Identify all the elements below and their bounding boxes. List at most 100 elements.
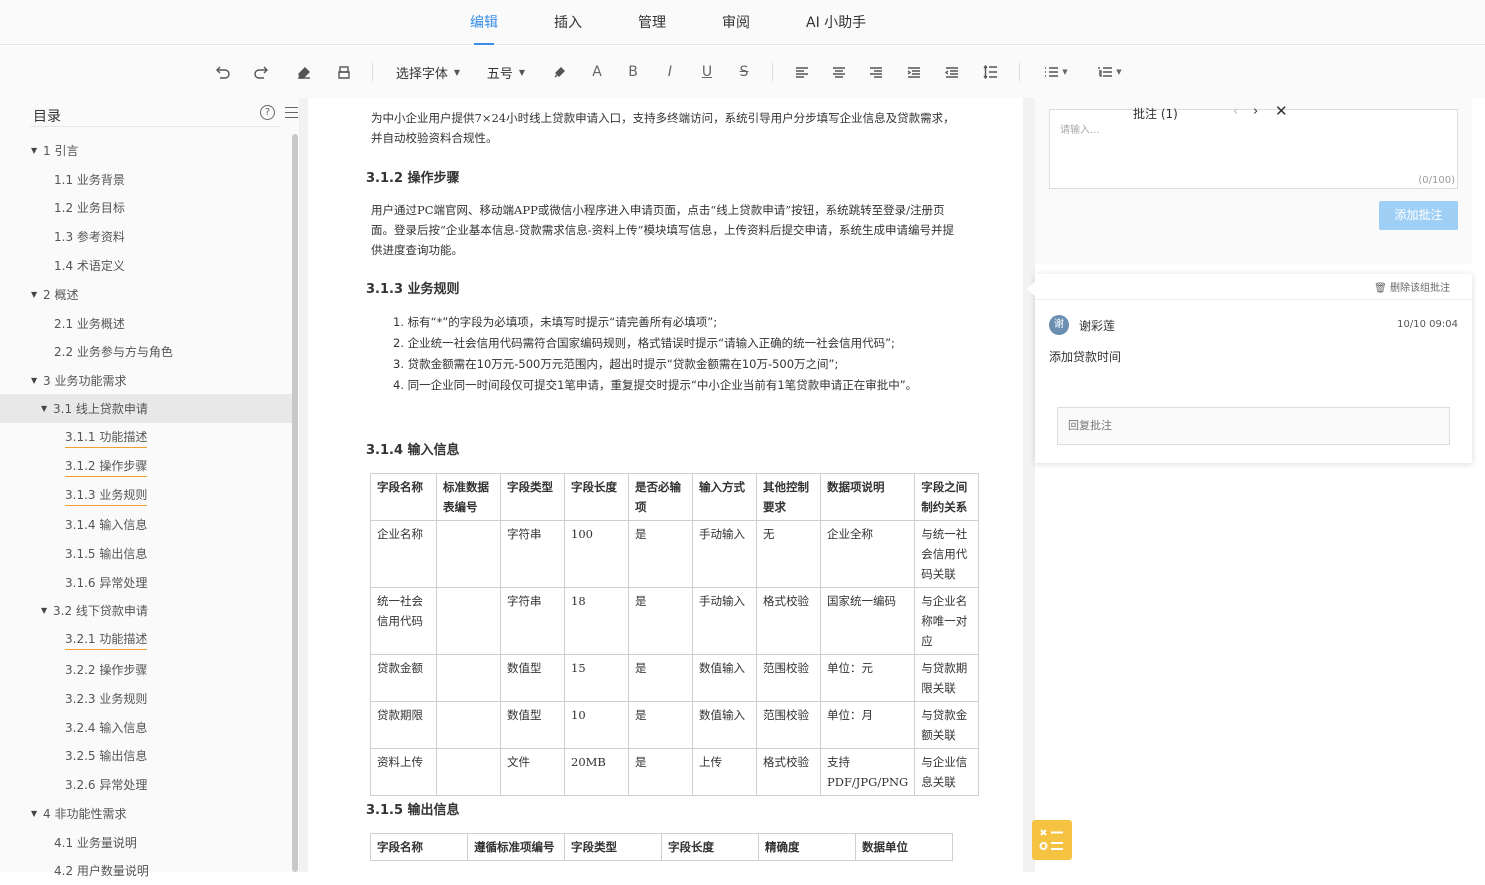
table-header-cell[interactable]: 数据项说明 [819,473,916,521]
add-comment-button[interactable]: 添加批注 [1379,201,1458,230]
toc-item[interactable]: ▼ 3.2 线下贷款申请 [0,596,292,625]
table-header-cell[interactable]: 字段长度 [564,473,629,521]
table-header-cell[interactable]: 输入方式 [692,473,757,521]
toc-item[interactable]: 1.2 业务目标 [0,193,292,222]
toc-item[interactable]: 3.2.2 操作步骤 [0,655,292,684]
indent-decrease-icon[interactable] [942,59,962,85]
table-cell[interactable] [436,520,501,588]
menu-icon[interactable] [285,107,298,118]
table-cell[interactable]: 与企业信息关联 [914,748,980,796]
table-cell[interactable]: 18 [564,587,629,655]
table-cell[interactable]: 贷款期限 [370,701,437,749]
toc-item[interactable]: 3.1.4 输入信息 [0,510,292,539]
caret-down-icon[interactable]: ▼ [41,606,51,615]
table-cell[interactable] [436,587,501,655]
close-icon[interactable]: ✕ [1275,102,1288,120]
eraser-icon[interactable] [294,59,314,85]
toc-item[interactable]: 3.2.1 功能描述 [0,625,292,654]
toc-item[interactable]: 2.1 业务概述 [0,309,292,338]
table-header-cell[interactable]: 遵循标准项编号 [467,833,565,861]
table-header-cell[interactable]: 标准数据表编号 [436,473,501,521]
toc-item[interactable]: ▼ 2 概述 [0,280,292,309]
toc-item[interactable]: 4.1 业务量说明 [0,828,292,857]
table-cell[interactable]: 10 [564,701,629,749]
strikethrough-icon[interactable]: S [734,59,754,85]
table-header-cell[interactable]: 其他控制要求 [756,473,821,521]
table-cell[interactable]: 100 [564,520,629,588]
align-left-icon[interactable] [792,59,812,85]
bold-icon[interactable]: B [623,59,643,85]
help-icon[interactable]: ? [260,105,275,120]
font-size-select[interactable]: 五号 ▼ [483,59,529,85]
table-header-cell[interactable]: 字段类型 [564,833,662,861]
table-cell[interactable] [436,654,501,702]
toc-scrollbar[interactable] [292,134,298,872]
tab-manage[interactable]: 管理 [638,0,666,45]
chevron-right-icon[interactable]: › [1253,104,1258,119]
list-item[interactable]: 1. 标有“*”的字段为必填项，未填写时提示“请完善所有必填项”; [393,312,917,333]
table-header-cell[interactable]: 字段长度 [661,833,759,861]
format-painter-icon[interactable] [334,59,354,85]
delete-comment-group-button[interactable]: 🗑 删除该组批注 [1374,279,1450,294]
caret-down-icon[interactable]: ▼ [31,376,41,385]
list-item[interactable]: 4. 同一企业同一时间段仅可提交1笔申请，重复提交时提示“中小企业当前有1笔贷款… [393,375,917,396]
table-cell[interactable]: 数值型 [500,654,565,702]
table-cell[interactable]: 与贷款期限关联 [914,654,980,702]
toc-item[interactable]: 1.4 术语定义 [0,251,292,280]
toc-item[interactable]: 1.1 业务背景 [0,165,292,194]
toc-item[interactable]: 3.1.6 异常处理 [0,568,292,597]
table-cell[interactable]: 贷款金额 [370,654,437,702]
table-cell[interactable]: 资料上传 [370,748,437,796]
list-item[interactable]: 2. 企业统一社会信用代码需符合国家编码规则，格式错误时提示“请输入正确的统一社… [393,333,917,354]
toc-item[interactable]: ▼ 1 引言 [0,136,292,165]
font-family-select[interactable]: 选择字体 ▼ [392,59,464,85]
table-cell[interactable]: 企业名称 [370,520,437,588]
table-cell[interactable]: 字符串 [500,587,565,655]
table-cell[interactable]: 是 [628,701,693,749]
toc-item[interactable]: 3.1.3 业务规则 [0,481,292,510]
table-header-cell[interactable]: 字段之间制约关系 [914,473,980,521]
table-cell[interactable]: 手动输入 [692,587,757,655]
toc-item[interactable]: 2.2 业务参与方与角色 [0,337,292,366]
table-cell[interactable]: 数值输入 [692,701,757,749]
table-cell[interactable]: 与贷款金额关联 [914,701,980,749]
heading-3-1-5[interactable]: 3.1.5 输出信息 [366,799,460,818]
bullet-list-icon[interactable]: ▼ [1040,59,1072,85]
line-height-icon[interactable] [980,59,1000,85]
tab-edit[interactable]: 编辑 [470,0,498,45]
toc-item[interactable]: ▼ 4 非功能性需求 [0,799,292,828]
table-cell[interactable]: 统一社会信用代码 [370,587,437,655]
table-header-cell[interactable]: 数据单位 [855,833,953,861]
table-cell[interactable]: 数值输入 [692,654,757,702]
toc-item[interactable]: ▼ 3 业务功能需求 [0,366,292,395]
table-header-cell[interactable]: 字段名称 [370,833,468,861]
underline-icon[interactable]: U [697,59,717,85]
reply-input[interactable]: 回复批注 [1057,407,1450,445]
caret-down-icon[interactable]: ▼ [31,809,41,818]
document-page[interactable]: 为中小企业用户提供7×24小时线上贷款申请入口，支持多终端访问，系统引导用户分步… [308,98,1023,872]
toc-item[interactable]: 3.1.2 操作步骤 [0,452,292,481]
floating-action-button[interactable] [1032,820,1072,860]
heading-3-1-4[interactable]: 3.1.4 输入信息 [366,439,460,458]
caret-down-icon[interactable]: ▼ [31,146,41,155]
tab-insert[interactable]: 插入 [554,0,582,45]
highlight-icon[interactable] [550,59,570,85]
intro-paragraph[interactable]: 为中小企业用户提供7×24小时线上贷款申请入口，支持多终端访问，系统引导用户分步… [371,108,961,148]
toc-item[interactable]: 4.2 用户数量说明 [0,856,292,885]
redo-icon[interactable] [252,59,272,85]
toc-item[interactable]: 3.1.5 输出信息 [0,539,292,568]
caret-down-icon[interactable]: ▼ [31,290,41,299]
comment-input[interactable]: 请输入... (0/100) [1049,109,1458,189]
table-cell[interactable]: 与企业名称唯一对应 [914,587,980,655]
toc-item[interactable]: 3.1.1 功能描述 [0,423,292,452]
tab-review[interactable]: 审阅 [722,0,750,45]
table-cell[interactable] [436,748,501,796]
table-cell[interactable]: 文件 [500,748,565,796]
table-cell[interactable]: 范围校验 [756,701,821,749]
table-cell[interactable]: 是 [628,520,693,588]
table-cell[interactable]: 格式校验 [756,748,821,796]
table-cell[interactable]: 支持PDF/JPG/PNG [819,748,916,796]
table-cell[interactable]: 20MB [564,748,629,796]
table-cell[interactable]: 单位：月 [819,701,916,749]
heading-3-1-3[interactable]: 3.1.3 业务规则 [366,278,460,297]
